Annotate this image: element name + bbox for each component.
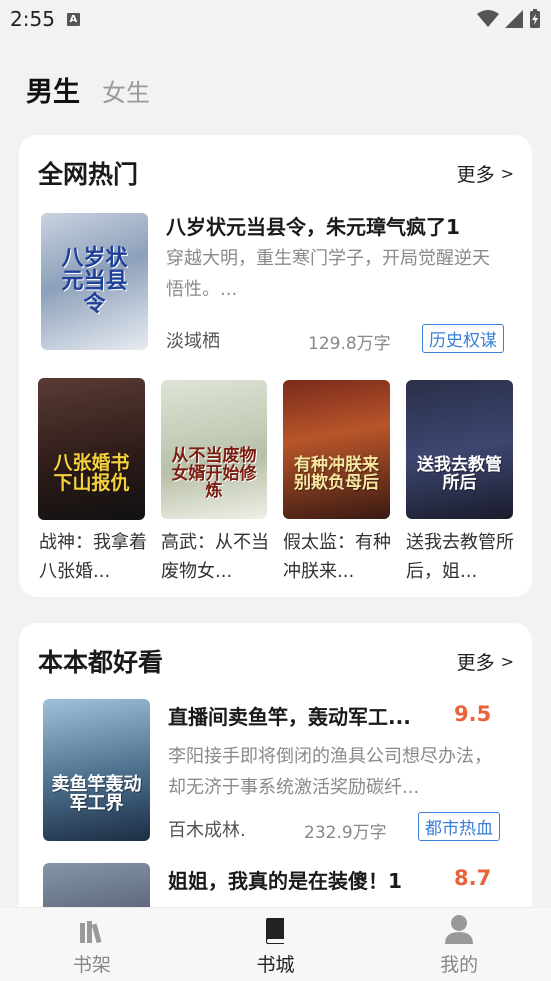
- battery-icon: [530, 9, 540, 28]
- signal-icon: [505, 10, 523, 28]
- section-title: 全网热门: [38, 160, 139, 189]
- nav-label: 我的: [440, 954, 479, 976]
- book-desc: 李阳接手即将倒闭的渔具公司想尽办法，却无济于事系统激活奖励碳纤...: [168, 746, 492, 798]
- nav-bookshelf[interactable]: 书架: [32, 920, 152, 977]
- chevron-right-icon: >: [500, 651, 514, 671]
- good-section-card: 本本都好看 更多 > 卖鱼竿轰动军工界 直播间卖鱼竿，轰动军工... 9.5 李…: [19, 623, 532, 923]
- grid-book-title[interactable]: 假太监：有种冲朕来...: [283, 528, 393, 586]
- book-tag[interactable]: 都市热血: [418, 812, 500, 841]
- notification-icon: A: [66, 12, 80, 26]
- grid-book-cover[interactable]: 从不当废物女婿开始修炼: [161, 380, 267, 519]
- featured-book-title[interactable]: 八岁状元当县令，朱元璋气疯了1: [166, 211, 516, 240]
- cover-text: 八岁状元当县令: [61, 244, 128, 318]
- more-link[interactable]: 更多 >: [457, 160, 514, 187]
- hot-section-card: 全网热门 更多 > 八岁状元当县令 八岁状元当县令，朱元璋气疯了1 穿越大明，重…: [19, 135, 532, 597]
- more-label: 更多: [456, 163, 495, 186]
- bottom-nav: 书架 书城 我的: [0, 907, 551, 981]
- featured-book-cover[interactable]: 八岁状元当县令: [41, 213, 148, 350]
- cover-text: 八张婚书下山报仇: [53, 452, 130, 494]
- status-time: 2:55: [10, 7, 55, 31]
- grid-book-title[interactable]: 高武：从不当废物女...: [161, 528, 271, 586]
- grid-book-title[interactable]: 战神：我拿着八张婚...: [39, 528, 149, 586]
- grid-book-cover[interactable]: 有种冲朕来别欺负母后: [283, 380, 390, 519]
- gender-tabs: 男生 女生: [26, 70, 150, 109]
- grid-book-title[interactable]: 送我去教管所后，姐...: [406, 528, 516, 586]
- book-score: 8.7: [454, 866, 492, 890]
- more-link[interactable]: 更多 >: [457, 648, 514, 675]
- tab-male[interactable]: 男生: [26, 70, 80, 109]
- cover-text: 卖鱼竿轰动军工界: [51, 774, 142, 814]
- books-icon: [79, 921, 102, 944]
- featured-book-author: 淡域栖: [166, 331, 220, 352]
- grid-book-cover[interactable]: 送我去教管所后: [406, 380, 513, 519]
- wifi-icon: [477, 10, 499, 27]
- cover-text: 有种冲朕来别欺负母后: [294, 454, 379, 493]
- cover-text: 送我去教管所后: [417, 454, 502, 493]
- section-title: 本本都好看: [38, 648, 164, 677]
- grid-book-cover[interactable]: 八张婚书下山报仇: [38, 378, 145, 520]
- cover-text: 从不当废物女婿开始修炼: [171, 445, 257, 502]
- book-cover[interactable]: 卖鱼竿轰动军工界: [43, 699, 150, 841]
- nav-bookstore[interactable]: 书城: [215, 918, 335, 977]
- featured-book-desc: 穿越大明，重生寒门学子，开局觉醒逆天悟性。...: [166, 248, 490, 300]
- featured-book-tag[interactable]: 历史权谋: [422, 324, 504, 353]
- status-bar: 2:55 A: [0, 0, 551, 38]
- user-icon: [445, 915, 474, 944]
- nav-profile[interactable]: 我的: [399, 914, 519, 977]
- nav-label: 书城: [256, 954, 295, 976]
- more-label: 更多: [456, 651, 495, 674]
- chevron-right-icon: >: [500, 163, 514, 183]
- book-title[interactable]: 直播间卖鱼竿，轰动军工...: [168, 701, 443, 730]
- book-author: 百木成林.: [168, 820, 246, 841]
- book-title[interactable]: 姐姐，我真的是在装傻！1: [168, 865, 443, 894]
- featured-book-wordcount: 129.8万字: [308, 334, 391, 354]
- book-icon: [266, 918, 285, 944]
- book-wordcount: 232.9万字: [304, 823, 387, 843]
- nav-label: 书架: [72, 954, 111, 976]
- tab-female[interactable]: 女生: [102, 73, 150, 108]
- book-score: 9.5: [454, 702, 492, 726]
